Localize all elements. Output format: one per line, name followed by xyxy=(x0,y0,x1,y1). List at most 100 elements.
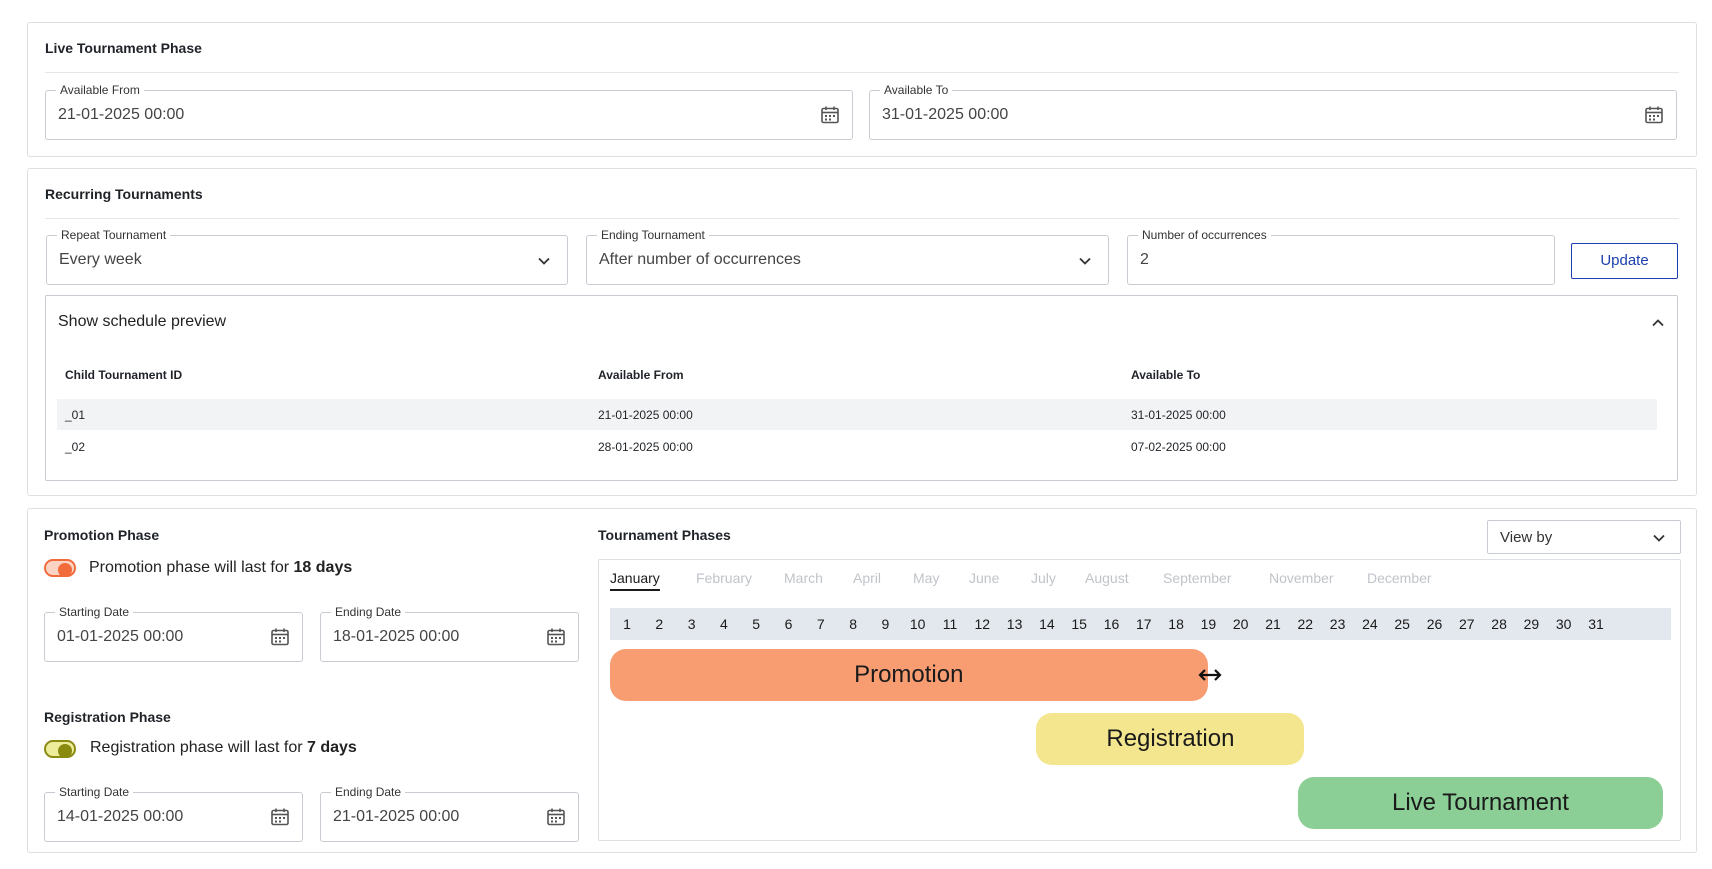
toggle-knob xyxy=(58,563,72,577)
chevron-down-icon xyxy=(538,257,550,265)
calendar-icon[interactable] xyxy=(820,105,840,125)
chevron-down-icon xyxy=(1653,534,1665,542)
calendar-icon[interactable] xyxy=(270,807,290,827)
registration-duration: 7 days xyxy=(306,739,357,756)
month-tab-august[interactable]: August xyxy=(1085,570,1129,586)
registration-toggle-label: Registration phase will last for xyxy=(90,739,307,756)
phase-timeline: January February March April May June July Augu… xyxy=(598,559,1681,841)
resize-horizontal-icon[interactable] xyxy=(1197,668,1223,682)
update-button[interactable]: Update xyxy=(1571,243,1678,279)
promotion-start-value: 01-01-2025 00:00 xyxy=(57,628,184,645)
day-label: 15 xyxy=(1071,616,1087,632)
day-label: 31 xyxy=(1588,616,1604,632)
month-tab-january[interactable]: January xyxy=(610,570,660,591)
day-label: 5 xyxy=(752,616,761,632)
promotion-duration-text: Promotion phase will last for 18 days xyxy=(89,559,352,577)
day-label: 29 xyxy=(1523,616,1540,632)
phase-bar-promotion[interactable]: Promotion xyxy=(610,649,1208,701)
day-label: 12 xyxy=(974,616,991,632)
month-tab-september[interactable]: September xyxy=(1163,570,1231,586)
registration-start-field[interactable]: Starting Date 14-01-2025 00:00 xyxy=(44,785,303,842)
day-label: 16 xyxy=(1103,616,1120,632)
cell-available-from: 28-01-2025 00:00 xyxy=(598,440,693,454)
registration-toggle[interactable] xyxy=(44,740,76,758)
promotion-start-field[interactable]: Starting Date 01-01-2025 00:00 xyxy=(44,605,303,662)
day-label: 24 xyxy=(1362,616,1378,632)
day-label: 10 xyxy=(909,616,926,632)
promotion-start-label: Starting Date xyxy=(55,605,134,619)
calendar-icon[interactable] xyxy=(1644,105,1664,125)
available-from-label: Available From xyxy=(56,83,144,97)
live-phase-title: Live Tournament Phase xyxy=(45,40,202,56)
live-phase-card: Live Tournament Phase Available From 21-… xyxy=(27,22,1697,157)
day-label: 13 xyxy=(1006,616,1023,632)
month-tab-march[interactable]: March xyxy=(784,570,823,586)
day-label: 6 xyxy=(784,616,793,632)
day-label: 14 xyxy=(1039,616,1055,632)
table-row: _01 21-01-2025 00:00 31-01-2025 00:00 xyxy=(57,399,1657,430)
available-to-field[interactable]: Available To 31-01-2025 00:00 xyxy=(869,83,1677,140)
occurrences-value: 2 xyxy=(1140,251,1149,268)
month-tab-july[interactable]: July xyxy=(1031,570,1056,586)
month-tab-december[interactable]: December xyxy=(1367,570,1432,586)
day-label: 20 xyxy=(1232,616,1249,632)
day-label: 3 xyxy=(687,616,696,632)
available-to-value: 31-01-2025 00:00 xyxy=(882,106,1009,123)
column-header-available-from: Available From xyxy=(598,368,684,382)
promotion-end-field[interactable]: Ending Date 18-01-2025 00:00 xyxy=(320,605,579,662)
cell-child-id: _01 xyxy=(65,408,86,422)
column-header-available-to: Available To xyxy=(1131,368,1201,382)
column-header-child-id: Child Tournament ID xyxy=(65,368,183,382)
ending-tournament-select[interactable]: Ending Tournament After number of occurr… xyxy=(586,228,1109,285)
available-from-value: 21-01-2025 00:00 xyxy=(58,106,185,123)
day-label: 8 xyxy=(849,616,857,632)
day-label: 22 xyxy=(1297,616,1314,632)
calendar-icon[interactable] xyxy=(270,627,290,647)
day-label: 28 xyxy=(1491,616,1507,632)
schedule-preview-toggle[interactable]: Show schedule preview xyxy=(58,313,226,331)
day-label: 30 xyxy=(1555,616,1572,632)
ending-tournament-label: Ending Tournament xyxy=(597,228,709,242)
calendar-icon[interactable] xyxy=(546,807,566,827)
occurrences-label: Number of occurrences xyxy=(1138,228,1271,242)
day-label: 18 xyxy=(1168,616,1184,632)
cell-child-id: _02 xyxy=(65,440,86,454)
day-label: 2 xyxy=(655,616,664,632)
view-by-label: View by xyxy=(1500,529,1553,546)
repeat-tournament-value: Every week xyxy=(59,251,142,268)
schedule-preview: Show schedule preview Child Tournament I… xyxy=(45,295,1678,481)
month-tab-november[interactable]: November xyxy=(1269,570,1334,586)
month-tabs: January February March April May June July Augu… xyxy=(599,560,1680,600)
cell-available-from: 21-01-2025 00:00 xyxy=(598,408,693,422)
phase-bar-live-tournament[interactable]: Live Tournament xyxy=(1297,777,1663,829)
day-strip: 1 2 3 4 5 6 7 8 9 10 11 12 13 14 15 16 17 18 19 20 21 22 23 24 2… xyxy=(610,608,1671,640)
calendar-icon[interactable] xyxy=(546,627,566,647)
promotion-toggle-label: Promotion phase will last for xyxy=(89,559,294,576)
month-tab-february[interactable]: February xyxy=(696,570,752,586)
repeat-tournament-select[interactable]: Repeat Tournament Every week xyxy=(46,228,568,285)
view-by-select[interactable]: View by xyxy=(1487,520,1681,554)
promotion-toggle[interactable] xyxy=(44,559,76,577)
month-tab-may[interactable]: May xyxy=(913,570,939,586)
day-label: 26 xyxy=(1426,616,1443,632)
chevron-up-icon[interactable] xyxy=(1651,316,1665,330)
day-label: 27 xyxy=(1459,616,1475,632)
day-label: 11 xyxy=(942,616,958,632)
phase-bar-registration[interactable]: Registration xyxy=(1036,713,1305,765)
month-tab-june[interactable]: June xyxy=(969,570,999,586)
registration-start-value: 14-01-2025 00:00 xyxy=(57,808,184,825)
registration-duration-text: Registration phase will last for 7 days xyxy=(90,739,357,757)
available-from-field[interactable]: Available From 21-01-2025 00:00 xyxy=(45,83,853,140)
divider xyxy=(45,218,1679,219)
month-tab-april[interactable]: April xyxy=(853,570,881,586)
occurrences-input[interactable]: Number of occurrences 2 xyxy=(1127,228,1555,285)
registration-end-value: 21-01-2025 00:00 xyxy=(333,808,460,825)
available-to-label: Available To xyxy=(880,83,953,97)
registration-start-label: Starting Date xyxy=(55,785,134,799)
promotion-end-value: 18-01-2025 00:00 xyxy=(333,628,460,645)
day-label: 25 xyxy=(1394,616,1410,632)
day-label: 1 xyxy=(623,616,631,632)
chevron-down-icon xyxy=(1079,257,1091,265)
registration-end-field[interactable]: Ending Date 21-01-2025 00:00 xyxy=(320,785,579,842)
table-row: _02 28-01-2025 00:00 07-02-2025 00:00 xyxy=(57,431,1657,462)
